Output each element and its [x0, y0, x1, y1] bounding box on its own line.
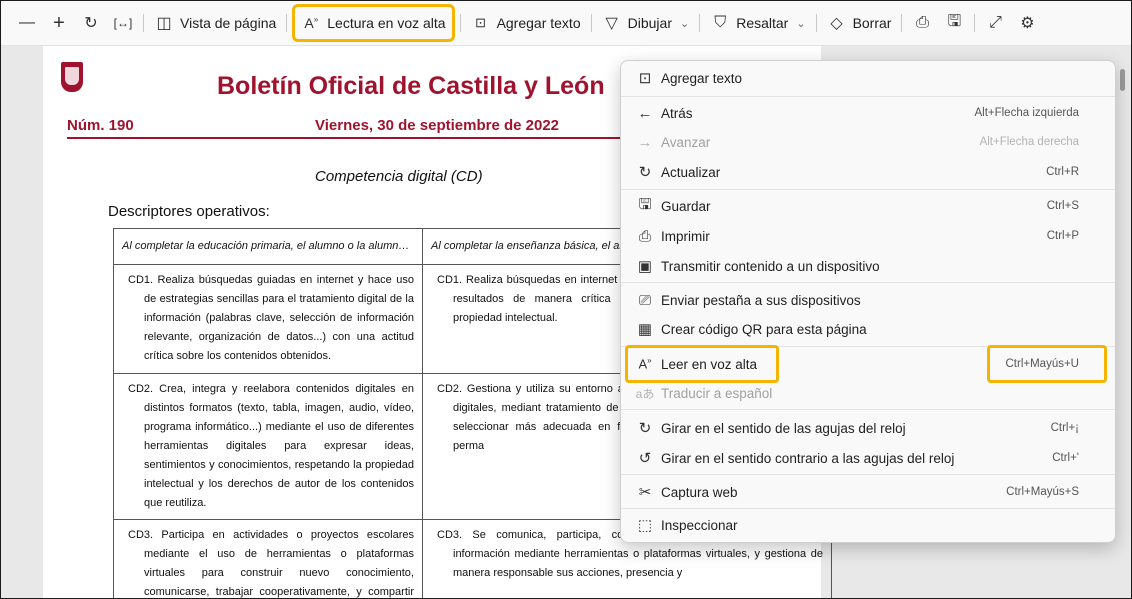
- page-view-button[interactable]: ◫ Vista de página: [148, 7, 282, 39]
- toolbar-divider: [815, 14, 817, 32]
- add-text-button[interactable]: ⊡ Agregar texto: [465, 7, 587, 39]
- highlight-box: [987, 345, 1107, 383]
- zoom-in-button[interactable]: +: [43, 7, 75, 39]
- scrollbar-thumb[interactable]: [1120, 69, 1125, 91]
- fullscreen-button[interactable]: ⤢: [979, 7, 1011, 39]
- menu-item-cast[interactable]: ▣ Transmitir contenido a un dispositivo: [621, 252, 1115, 280]
- highlight-label: Resaltar: [736, 15, 789, 31]
- rotate-icon: ↻: [84, 15, 98, 32]
- eraser-icon: ◇: [830, 15, 843, 32]
- rotate-cw-icon: ↻: [638, 420, 652, 437]
- rotate-button[interactable]: ↻: [75, 7, 107, 39]
- menu-divider: [621, 508, 1115, 509]
- arrow-right-icon: →: [637, 133, 653, 151]
- menu-divider: [621, 96, 1115, 97]
- table-cell: CD1. Realiza búsquedas guiadas en intern…: [128, 274, 414, 362]
- print-icon: ⎙: [638, 227, 651, 245]
- read-aloud-button[interactable]: A» Lectura en voz alta: [292, 4, 455, 42]
- qr-code-icon: ▦: [637, 321, 653, 338]
- menu-item-refresh[interactable]: ↻ Actualizar Ctrl+R: [621, 158, 1115, 186]
- draw-button[interactable]: ▽ Dibujar ⌄: [596, 7, 696, 39]
- menu-item-web-capture[interactable]: ✂ Captura web Ctrl+Mayús+S: [621, 478, 1115, 506]
- bulletin-date: Viernes, 30 de septiembre de 2022: [315, 117, 560, 134]
- expand-icon: ⤢: [989, 14, 1002, 31]
- send-device-icon: ⎚: [638, 291, 651, 309]
- save-icon: 🖫: [947, 12, 962, 30]
- table-cell: CD3. Participa en actividades o proyecto…: [128, 529, 414, 598]
- draw-label: Dibujar: [627, 15, 672, 31]
- read-aloud-label: Lectura en voz alta: [327, 15, 446, 31]
- highlighter-icon: ⛉: [714, 14, 727, 31]
- bulletin-number: Núm. 190: [67, 117, 134, 134]
- toolbar-divider: [974, 14, 976, 32]
- web-capture-icon: ✂: [638, 484, 652, 501]
- minus-icon: —: [19, 14, 35, 31]
- chevron-down-icon[interactable]: ⌄: [680, 17, 689, 30]
- pdf-toolbar: — + ↻ [↔] ◫ Vista de página A» Lectura en …: [1, 1, 1131, 46]
- menu-item-translate: aあ Traducir a español: [621, 379, 1115, 407]
- rotate-ccw-icon: ↺: [638, 450, 652, 467]
- pdf-viewer-window: — + ↻ [↔] ◫ Vista de página A» Lectura en …: [0, 0, 1132, 599]
- section-heading: Competencia digital (CD): [315, 168, 483, 185]
- toolbar-divider: [901, 14, 903, 32]
- add-text-label: Agregar texto: [496, 15, 581, 31]
- context-menu: ⊡ Agregar texto ← Atrás Alt+Flecha izquierd…: [620, 60, 1116, 543]
- menu-item-qr-code[interactable]: ▦ Crear código QR para esta página: [621, 315, 1115, 343]
- gear-icon: ⚙: [1020, 15, 1035, 32]
- save-button[interactable]: 🖫: [938, 7, 970, 39]
- toolbar-divider: [143, 14, 144, 32]
- table-cell: CD2. Crea, integra y reelabora contenido…: [128, 383, 414, 509]
- inspect-icon: ⬚: [637, 517, 653, 534]
- highlight-button[interactable]: ⛉ Resaltar ⌄: [704, 7, 811, 39]
- read-aloud-icon: A»: [304, 15, 319, 31]
- menu-divider: [621, 474, 1115, 475]
- menu-item-rotate-clockwise[interactable]: ↻ Girar en el sentido de las agujas del r…: [621, 414, 1115, 442]
- plus-icon: +: [53, 11, 65, 34]
- menu-divider: [621, 409, 1115, 410]
- menu-item-print[interactable]: ⎙ Imprimir Ctrl+P: [621, 222, 1115, 250]
- draw-icon: ▽: [605, 15, 618, 32]
- document-title: Boletín Oficial de Castilla y León: [217, 72, 605, 100]
- menu-item-back[interactable]: ← Atrás Alt+Flecha izquierda: [621, 99, 1115, 127]
- menu-item-forward: → Avanzar Alt+Flecha derecha: [621, 128, 1115, 156]
- menu-divider: [621, 189, 1115, 190]
- erase-button[interactable]: ◇ Borrar: [821, 7, 898, 39]
- page-view-label: Vista de página: [180, 15, 277, 31]
- toolbar-divider: [699, 14, 701, 32]
- text-box-icon: ⊡: [475, 15, 487, 30]
- page-view-icon: ◫: [156, 15, 172, 32]
- menu-item-save[interactable]: 🖫 Guardar Ctrl+S: [621, 192, 1115, 220]
- menu-divider: [621, 282, 1115, 283]
- table-header-cell: Al completar la educación primaria, el a…: [113, 228, 423, 265]
- settings-button[interactable]: ⚙: [1011, 7, 1043, 39]
- fit-width-button[interactable]: [↔]: [107, 7, 139, 39]
- text-box-icon: ⊡: [638, 70, 652, 87]
- refresh-icon: ↻: [638, 164, 652, 181]
- translate-icon: aあ: [635, 386, 655, 401]
- toolbar-divider: [590, 14, 592, 32]
- fit-width-icon: [↔]: [113, 16, 133, 30]
- toolbar-divider: [459, 14, 461, 32]
- highlight-box: [625, 345, 779, 383]
- print-button[interactable]: ⎙: [906, 7, 938, 39]
- toolbar-divider: [286, 14, 288, 32]
- save-icon: 🖫: [638, 195, 652, 213]
- menu-item-add-text[interactable]: ⊡ Agregar texto: [621, 64, 1115, 92]
- chevron-down-icon[interactable]: ⌄: [796, 17, 805, 30]
- menu-item-send-tab[interactable]: ⎚ Enviar pestaña a sus dispositivos: [621, 286, 1115, 314]
- descriptors-heading: Descriptores operativos:: [108, 203, 270, 220]
- erase-label: Borrar: [852, 15, 892, 31]
- coat-of-arms-logo: [61, 62, 83, 92]
- cast-icon: ▣: [637, 258, 653, 275]
- menu-item-inspect[interactable]: ⬚ Inspeccionar: [621, 511, 1115, 539]
- menu-item-rotate-counterclockwise[interactable]: ↺ Girar en el sentido contrario a las agu…: [621, 444, 1115, 472]
- print-icon: ⎙: [916, 14, 929, 31]
- arrow-left-icon: ←: [637, 104, 653, 122]
- zoom-out-button[interactable]: —: [11, 7, 43, 39]
